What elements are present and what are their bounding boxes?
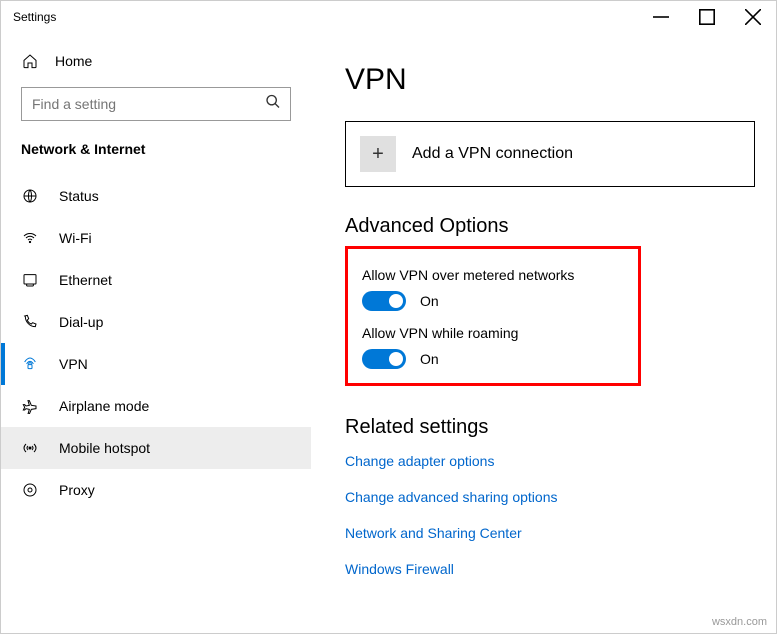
home-label: Home — [55, 53, 92, 69]
titlebar: Settings — [1, 1, 776, 33]
toggle-roaming[interactable] — [362, 349, 406, 369]
sidebar: Home Network & Internet Status — [1, 33, 311, 635]
sidebar-item-airplane[interactable]: Airplane mode — [1, 385, 311, 427]
highlight-box: Allow VPN over metered networks On Allow… — [345, 246, 641, 386]
sidebar-item-ethernet[interactable]: Ethernet — [1, 259, 311, 301]
toggle-roaming-label: Allow VPN while roaming — [362, 325, 624, 341]
toggle-roaming-state: On — [420, 351, 439, 367]
add-vpn-label: Add a VPN connection — [412, 145, 573, 163]
toggle-metered-state: On — [420, 293, 439, 309]
plus-icon: + — [360, 136, 396, 172]
watermark: wsxdn.com — [712, 616, 767, 628]
nav-label: Proxy — [59, 482, 95, 498]
related-settings-title: Related settings — [345, 416, 752, 439]
add-vpn-button[interactable]: + Add a VPN connection — [345, 121, 755, 187]
close-button[interactable] — [730, 1, 776, 33]
nav-label: Airplane mode — [59, 398, 149, 414]
nav-label: VPN — [59, 356, 88, 372]
link-adapter-options[interactable]: Change adapter options — [345, 453, 752, 469]
advanced-options-title: Advanced Options — [345, 215, 752, 238]
related-links: Change adapter options Change advanced s… — [345, 453, 752, 577]
sidebar-item-proxy[interactable]: Proxy — [1, 469, 311, 511]
sidebar-item-hotspot[interactable]: Mobile hotspot — [1, 427, 311, 469]
sidebar-item-dialup[interactable]: Dial-up — [1, 301, 311, 343]
nav-label: Dial-up — [59, 314, 103, 330]
airplane-icon — [21, 398, 39, 414]
sidebar-item-wifi[interactable]: Wi-Fi — [1, 217, 311, 259]
nav-label: Ethernet — [59, 272, 112, 288]
sidebar-item-status[interactable]: Status — [1, 175, 311, 217]
maximize-button[interactable] — [684, 1, 730, 33]
link-sharing-options[interactable]: Change advanced sharing options — [345, 489, 752, 505]
toggle-metered-label: Allow VPN over metered networks — [362, 267, 624, 283]
status-icon — [21, 188, 39, 204]
search-icon — [265, 94, 281, 115]
toggle-metered[interactable] — [362, 291, 406, 311]
link-windows-firewall[interactable]: Windows Firewall — [345, 561, 752, 577]
category-header: Network & Internet — [1, 137, 311, 171]
window-title: Settings — [13, 10, 56, 24]
main-content: VPN + Add a VPN connection Advanced Opti… — [311, 33, 776, 635]
nav-label: Wi-Fi — [59, 230, 92, 246]
nav-label: Mobile hotspot — [59, 440, 150, 456]
close-icon — [745, 9, 761, 25]
page-title: VPN — [345, 63, 752, 97]
nav-label: Status — [59, 188, 99, 204]
link-network-center[interactable]: Network and Sharing Center — [345, 525, 752, 541]
home-link[interactable]: Home — [1, 45, 311, 77]
maximize-icon — [699, 9, 715, 25]
minimize-button[interactable] — [638, 1, 684, 33]
wifi-icon — [21, 230, 39, 246]
dialup-icon — [21, 314, 39, 330]
window-controls — [638, 1, 776, 33]
sidebar-item-vpn[interactable]: VPN — [1, 343, 311, 385]
vpn-icon — [21, 356, 39, 372]
ethernet-icon — [21, 272, 39, 288]
minimize-icon — [653, 9, 669, 25]
toggle-metered-row: Allow VPN over metered networks On — [362, 267, 624, 311]
hotspot-icon — [21, 440, 39, 456]
nav-list: Status Wi-Fi Ethernet Dial-up — [1, 175, 311, 511]
proxy-icon — [21, 482, 39, 498]
toggle-roaming-row: Allow VPN while roaming On — [362, 325, 624, 369]
home-icon — [21, 53, 39, 69]
search-input[interactable] — [21, 87, 291, 121]
